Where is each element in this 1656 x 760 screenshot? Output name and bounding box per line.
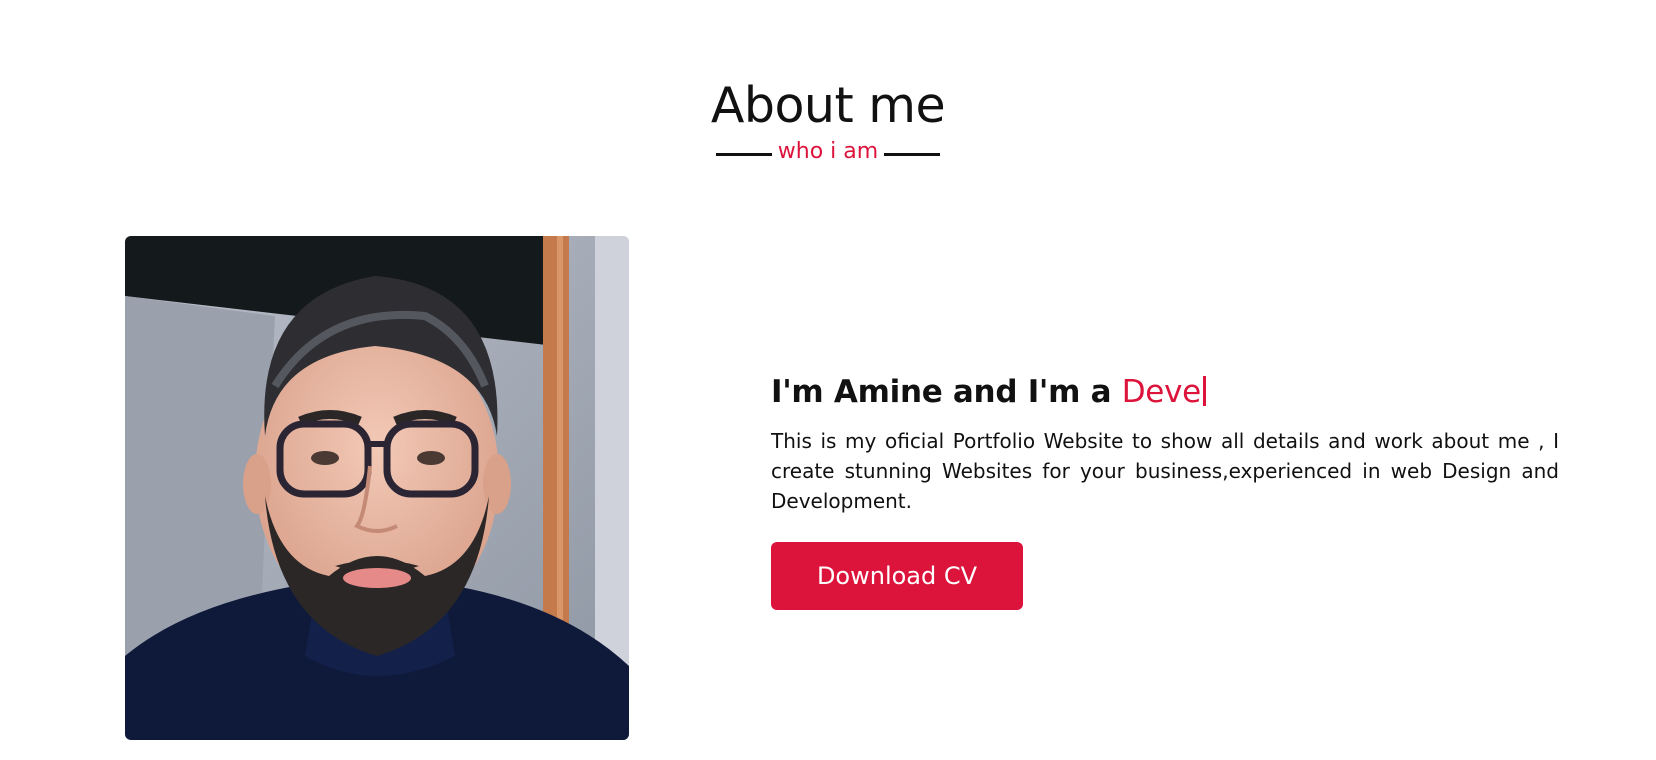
section-subtitle: who i am: [777, 139, 879, 164]
intro-heading: I'm Amine and I'm a Deve: [771, 368, 1559, 416]
about-content: I'm Amine and I'm a Deve This is my ofic…: [771, 368, 1559, 610]
typed-role-text: Deve: [1121, 374, 1201, 410]
profile-photo: [125, 236, 629, 740]
subtitle-row: who i am: [0, 139, 1656, 168]
download-cv-button[interactable]: Download CV: [771, 542, 1023, 610]
about-section-header: About me who i am: [0, 76, 1656, 168]
subtitle-divider-left: [715, 152, 772, 156]
section-title: About me: [710, 77, 946, 134]
subtitle-divider-right: [884, 152, 941, 156]
intro-heading-prefix: I'm Amine and I'm a: [771, 374, 1122, 410]
typing-cursor: [1202, 376, 1206, 406]
intro-paragraph: This is my oficial Portfolio Website to …: [771, 429, 1559, 513]
